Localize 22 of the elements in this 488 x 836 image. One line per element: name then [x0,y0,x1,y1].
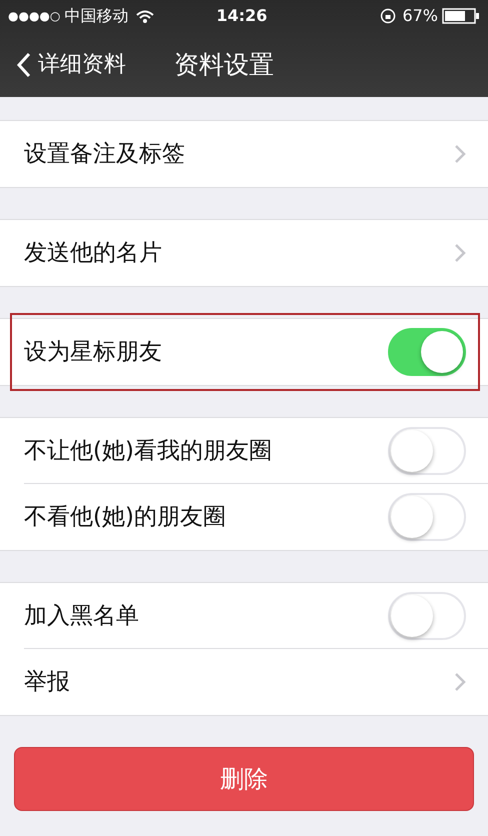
chevron-icon [454,144,466,164]
row-label: 设为星标朋友 [24,338,162,367]
signal-dots: ●●●●○ [8,8,60,25]
delete-button[interactable]: 删除 [14,747,474,811]
page-title: 资料设置 [174,48,274,81]
status-time: 14:26 [216,5,268,27]
row-label: 不让他(她)看我的朋友圈 [24,436,272,466]
battery-icon [442,8,480,24]
toggle-switch[interactable] [388,328,466,376]
rotation-lock-icon [380,8,396,24]
row-label: 不看他(她)的朋友圈 [24,502,226,532]
carrier-name: 中国移动 [64,5,128,27]
back-chevron-icon [16,52,32,78]
wifi-icon [136,10,154,22]
battery-percent: 67% [402,5,438,27]
chevron-icon [454,243,466,263]
row-label: 举报 [24,668,70,697]
chevron-icon [454,672,466,692]
row-label: 设置备注及标签 [24,140,185,169]
back-button[interactable]: 详细资料 [16,48,126,81]
row-label: 加入黑名单 [24,602,139,631]
row-label: 发送他的名片 [24,238,162,268]
